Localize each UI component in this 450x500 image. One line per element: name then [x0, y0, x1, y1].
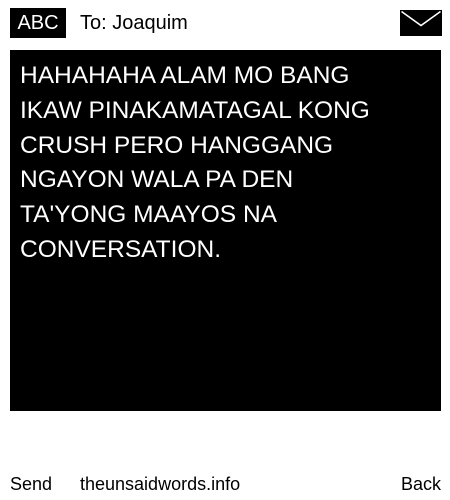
back-button[interactable]: Back: [401, 472, 441, 496]
watermark-text: theunsaidwords.info: [80, 474, 241, 494]
input-mode-badge[interactable]: ABC: [10, 8, 66, 38]
recipient-field[interactable]: To: Joaquim: [80, 8, 188, 38]
message-body-field[interactable]: HAHAHAHA ALAM MO BANG IKAW PINAKAMATAGAL…: [10, 50, 441, 411]
compose-header: ABC To: Joaquim: [0, 0, 450, 46]
envelope-icon: [400, 10, 442, 36]
send-button[interactable]: Send: [10, 472, 52, 496]
message-text: HAHAHAHA ALAM MO BANG IKAW PINAKAMATAGAL…: [20, 62, 370, 263]
